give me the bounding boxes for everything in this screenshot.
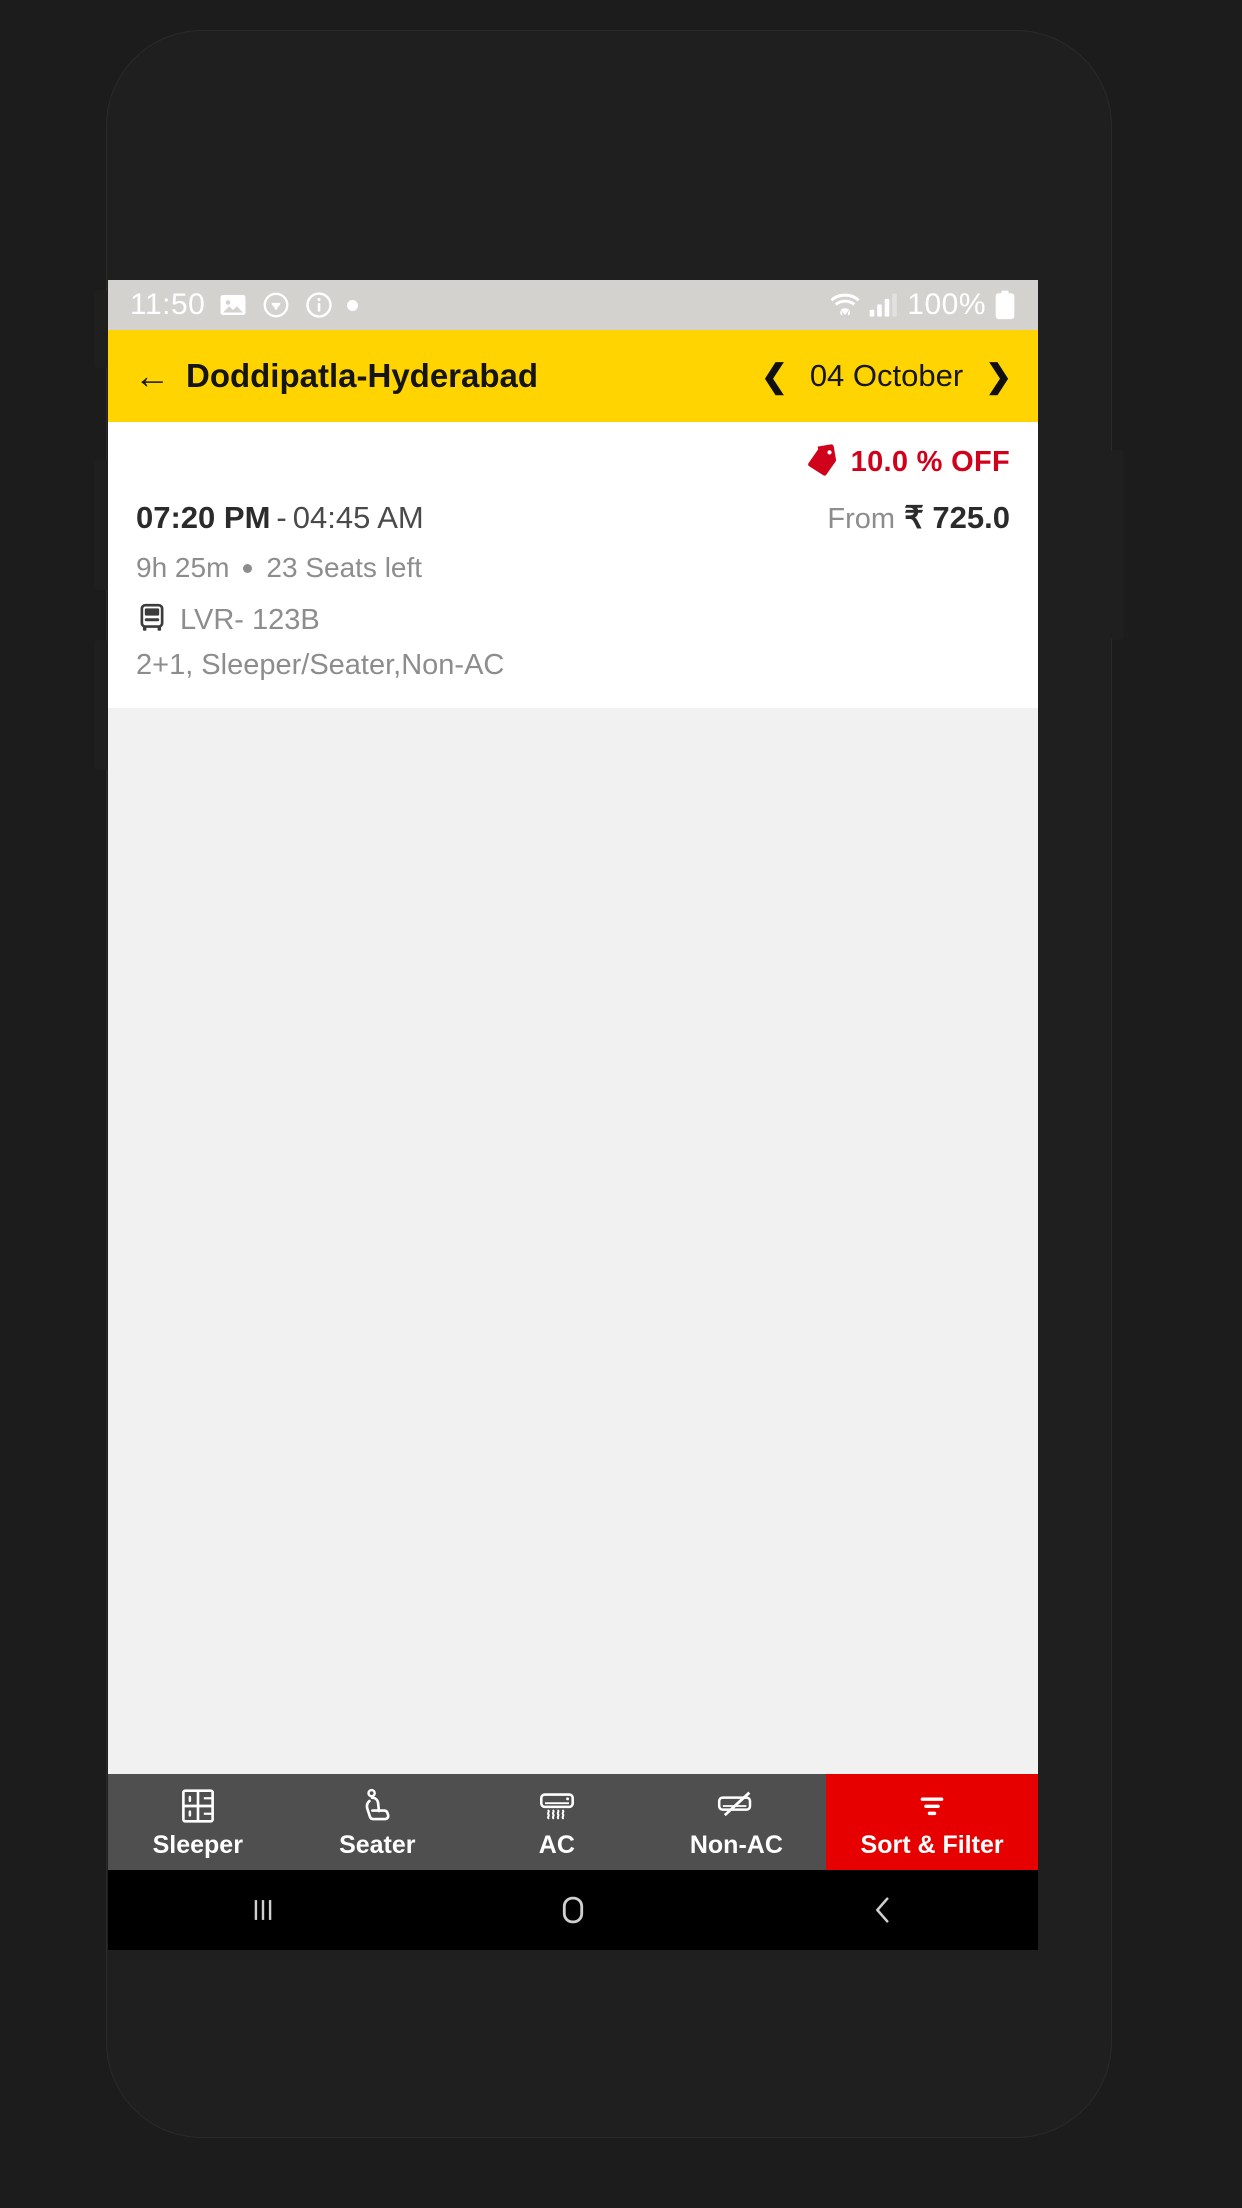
battery-percent-label: 100%	[907, 288, 986, 321]
filter-label: Non-AC	[689, 1830, 783, 1859]
back-arrow-icon[interactable]: ←	[134, 358, 170, 394]
selected-date-label[interactable]: 04 October	[810, 358, 963, 394]
price-block: From ₹ 725.0	[827, 500, 1010, 536]
android-nav-bar	[108, 1870, 1038, 1950]
filter-bar: Sleeper Seater AC Non-AC Sort & Filter	[108, 1774, 1038, 1870]
app-bar: ← Doddipatla-Hyderabad ❮ 04 October ❯	[108, 330, 1038, 422]
power-button[interactable]	[1110, 450, 1124, 640]
status-bar-left: 11:50	[130, 288, 359, 322]
filter-sleeper[interactable]: Sleeper	[108, 1774, 288, 1870]
page-title: Doddipatla-Hyderabad	[186, 357, 539, 394]
sort-and-filter-button[interactable]: Sort & Filter	[826, 1774, 1038, 1870]
time-and-price-row: 07:20 PM - 04:45 AM From ₹ 725.0	[136, 500, 1010, 536]
ac-off-icon	[715, 1785, 757, 1827]
bus-result-card[interactable]: 10.0 % OFF 07:20 PM - 04:45 AM From ₹ 72…	[108, 422, 1038, 708]
time-separator: -	[276, 500, 287, 535]
sleeper-berth-icon	[179, 1785, 217, 1827]
journey-duration: 9h 25m	[136, 552, 230, 583]
departure-time: 07:20 PM	[136, 500, 271, 535]
mute-button[interactable]	[94, 640, 108, 770]
sync-circle-icon	[261, 290, 291, 320]
discount-tag-icon	[805, 443, 839, 482]
discount-label: 10.0 % OFF	[850, 445, 1010, 478]
price-prefix-label: From	[827, 503, 896, 535]
phone-frame: 11:50 100% ← Doddipatla-Hyderabad ❮ 04 O…	[94, 30, 1124, 2138]
filter-lines-icon	[914, 1785, 950, 1827]
bus-operator-name: LVR- 123B	[180, 604, 320, 636]
dot-icon	[347, 299, 359, 311]
bus-operator-row: LVR- 123B	[136, 602, 1010, 639]
recents-icon[interactable]	[108, 1893, 418, 1927]
ac-unit-icon	[537, 1785, 577, 1827]
chevron-left-icon[interactable]: ❮	[761, 360, 788, 392]
status-bar-right: 100%	[829, 288, 1016, 322]
offer-row: 10.0 % OFF	[136, 440, 1010, 484]
bus-configuration-label: 2+1, Sleeper/Seater,Non-AC	[136, 649, 505, 681]
journey-meta-row: 9h 25m 23 Seats left	[136, 552, 1010, 584]
filter-ac[interactable]: AC	[467, 1774, 647, 1870]
filter-label: Seater	[339, 1830, 416, 1859]
volume-up-button[interactable]	[94, 290, 108, 368]
battery-full-icon	[994, 290, 1016, 320]
phone-screen: 11:50 100% ← Doddipatla-Hyderabad ❮ 04 O…	[108, 280, 1038, 1950]
arrival-time: 04:45 AM	[292, 500, 424, 535]
chevron-right-icon[interactable]: ❯	[985, 360, 1012, 392]
price-amount: ₹ 725.0	[904, 500, 1010, 535]
filter-label: Sort & Filter	[860, 1830, 1004, 1859]
date-navigator: ❮ 04 October ❯	[761, 358, 1012, 394]
separator-dot-icon	[243, 563, 253, 573]
filter-seater[interactable]: Seater	[288, 1774, 468, 1870]
back-icon[interactable]	[728, 1893, 1038, 1927]
filter-label: AC	[538, 1830, 575, 1859]
info-icon	[304, 290, 334, 320]
signal-bars-icon	[869, 292, 899, 318]
home-icon[interactable]	[418, 1891, 728, 1929]
wifi-icon	[829, 291, 861, 319]
filter-label: Sleeper	[152, 1830, 243, 1859]
bus-icon	[136, 602, 168, 639]
status-bar: 11:50 100%	[108, 280, 1038, 330]
status-time: 11:50	[130, 288, 206, 321]
seats-left-label: 23 Seats left	[266, 552, 423, 583]
filter-non-ac[interactable]: Non-AC	[647, 1774, 827, 1870]
seat-icon	[358, 1785, 396, 1827]
image-icon	[218, 290, 248, 320]
volume-down-button[interactable]	[94, 460, 108, 590]
